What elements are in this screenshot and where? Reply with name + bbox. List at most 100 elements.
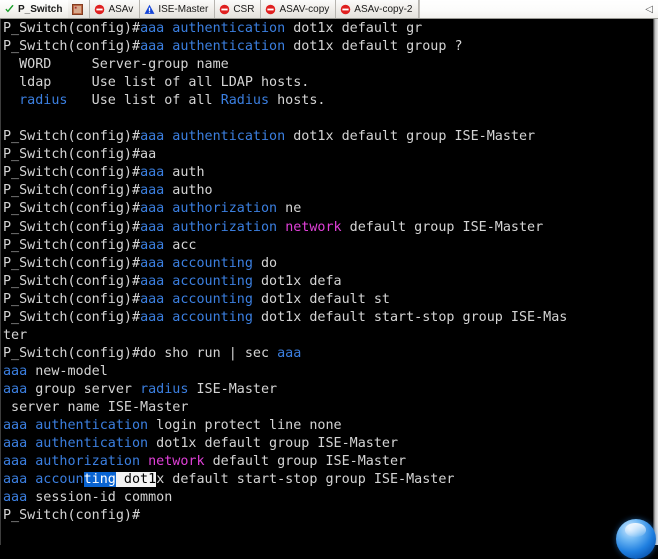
terminal-line: aaa authorization network default group … <box>3 453 651 471</box>
terminal-text: dot1x defa <box>253 274 342 289</box>
terminal-text-area: P_Switch(config)#aaa authentication dot1… <box>3 20 651 525</box>
terminal-text: aaa <box>140 238 164 253</box>
terminal-line <box>3 110 651 128</box>
terminal-text: default group ISE-Master <box>342 220 544 235</box>
terminal-text: P_Switch(config)# <box>3 508 140 523</box>
terminal-text: dot1x default group ISE-Master <box>285 129 535 144</box>
terminal-line: aaa authentication login protect line no… <box>3 417 651 435</box>
terminal-text: aaa authentication <box>3 436 148 451</box>
tab-thumbnail[interactable] <box>68 0 90 18</box>
image-thumbnail-icon <box>72 4 83 15</box>
terminal-line: radius Use list of all Radius hosts. <box>3 92 651 110</box>
terminal-text: ne <box>277 201 301 216</box>
terminal-text: acc <box>164 238 196 253</box>
terminal-text: P_Switch(config)# <box>3 310 140 325</box>
tab-csr[interactable]: CSR <box>215 0 261 18</box>
terminal-line: aaa group server radius ISE-Master <box>3 381 651 399</box>
tab-label: ASAv <box>108 4 133 15</box>
terminal-line: P_Switch(config)#aa <box>3 146 651 164</box>
tab-label: P_Switch <box>18 4 62 15</box>
terminal-line: WORD Server-group name <box>3 56 651 74</box>
terminal-text: auth <box>164 165 204 180</box>
terminal-text: dot1x default start-stop group ISE-Mas <box>253 310 567 325</box>
blue-orb-indicator[interactable] <box>616 519 656 559</box>
terminal-console[interactable]: P_Switch(config)#aaa authentication dot1… <box>0 19 658 545</box>
terminal-line: aaa session-id common <box>3 489 651 507</box>
terminal-text: network <box>148 454 204 469</box>
tab-label: ASAV-copy <box>279 4 329 15</box>
terminal-line: P_Switch(config)#aaa authorization ne <box>3 200 651 218</box>
terminal-text: autho <box>164 183 212 198</box>
selected-text: dot1 <box>116 472 156 487</box>
terminal-text: aaa authentication <box>140 129 285 144</box>
terminal-line: P_Switch(config)#aaa accounting dot1x de… <box>3 291 651 309</box>
terminal-text: P_Switch(config)# <box>3 129 140 144</box>
terminal-text: P_Switch(config)# <box>3 256 140 271</box>
terminal-text: P_Switch(config)# <box>3 274 140 289</box>
terminal-text: aaa accounting <box>140 274 253 289</box>
terminal-text: aaa <box>3 382 27 397</box>
tab-bar-empty-area: ◁ <box>419 0 658 18</box>
terminal-text: Use list of all <box>68 93 221 108</box>
blue-warning-icon <box>144 4 155 15</box>
terminal-text: radius <box>19 93 67 108</box>
terminal-line: P_Switch(config)#do sho run | sec aaa <box>3 345 651 363</box>
red-stop-icon <box>94 4 105 15</box>
tab-ise-master[interactable]: ISE-Master <box>140 0 215 18</box>
terminal-text: hosts. <box>269 93 325 108</box>
green-check-icon <box>4 4 15 15</box>
terminal-text: aaa authorization <box>140 201 277 216</box>
terminal-line: P_Switch(config)#aaa auth <box>3 164 651 182</box>
window-tab-bar: P_Switch ASAv ISE-Master CSR <box>0 0 658 19</box>
terminal-line: P_Switch(config)#aaa authentication dot1… <box>3 128 651 146</box>
terminal-text: aaa <box>3 364 27 379</box>
terminal-line: P_Switch(config)# <box>3 507 651 525</box>
terminal-text: P_Switch(config)# <box>3 21 140 36</box>
terminal-text: aaa authentication <box>3 418 148 433</box>
terminal-text: ISE-Master <box>188 382 277 397</box>
terminal-text: P_Switch(config)# <box>3 201 140 216</box>
terminal-text: P_Switch(config)# <box>3 39 140 54</box>
terminal-text: dot1x default group ? <box>285 39 462 54</box>
tab-label: CSR <box>233 4 254 15</box>
terminal-line: P_Switch(config)#aaa autho <box>3 182 651 200</box>
terminal-right-gutter <box>653 19 658 545</box>
terminal-line: aaa authentication dot1x default group I… <box>3 435 651 453</box>
terminal-line: P_Switch(config)#aaa authorization netwo… <box>3 219 651 237</box>
terminal-text: P_Switch(config)#aa <box>3 147 156 162</box>
terminal-text: aaa <box>3 490 27 505</box>
terminal-line: server name ISE-Master <box>3 399 651 417</box>
selected-text: ting <box>84 472 116 487</box>
terminal-text: radius <box>140 382 188 397</box>
terminal-text: aaa <box>140 183 164 198</box>
terminal-text: aaa authentication <box>140 21 285 36</box>
terminal-text: group server <box>27 382 140 397</box>
terminal-line: ldap Use list of all LDAP hosts. <box>3 74 651 92</box>
terminal-text: P_Switch(config)# <box>3 183 140 198</box>
terminal-text: Radius <box>221 93 269 108</box>
tab-asav-copy[interactable]: ASAV-copy <box>261 0 336 18</box>
terminal-line: P_Switch(config)#aaa authentication dot1… <box>3 38 651 56</box>
tab-p-switch[interactable]: P_Switch <box>0 0 68 18</box>
tab-label: ASAv-copy-2 <box>354 4 412 15</box>
terminal-text: aaa accoun <box>3 472 84 487</box>
terminal-line: aaa new-model <box>3 363 651 381</box>
terminal-text: ter <box>3 328 27 343</box>
terminal-text: P_Switch(config)# <box>3 220 140 235</box>
tab-asav-copy-2[interactable]: ASAv-copy-2 <box>336 0 419 18</box>
terminal-text: P_Switch(config)# <box>3 238 140 253</box>
terminal-text: aaa <box>140 165 164 180</box>
terminal-text: ldap Use list of all LDAP hosts. <box>3 75 309 90</box>
terminal-text: network <box>285 220 341 235</box>
red-stop-icon <box>219 4 230 15</box>
terminal-line: P_Switch(config)#aaa accounting dot1x de… <box>3 309 651 327</box>
terminal-text: do <box>253 256 277 271</box>
red-stop-icon <box>265 4 276 15</box>
terminal-line: P_Switch(config)#aaa accounting dot1x de… <box>3 273 651 291</box>
terminal-text: dot1x default gr <box>285 21 422 36</box>
tab-asav[interactable]: ASAv <box>90 0 140 18</box>
terminal-text: aaa <box>277 346 301 361</box>
terminal-text: P_Switch(config)# <box>3 292 140 307</box>
terminal-line: ter <box>3 327 651 345</box>
tab-overflow-icon[interactable]: ◁ <box>645 4 653 15</box>
